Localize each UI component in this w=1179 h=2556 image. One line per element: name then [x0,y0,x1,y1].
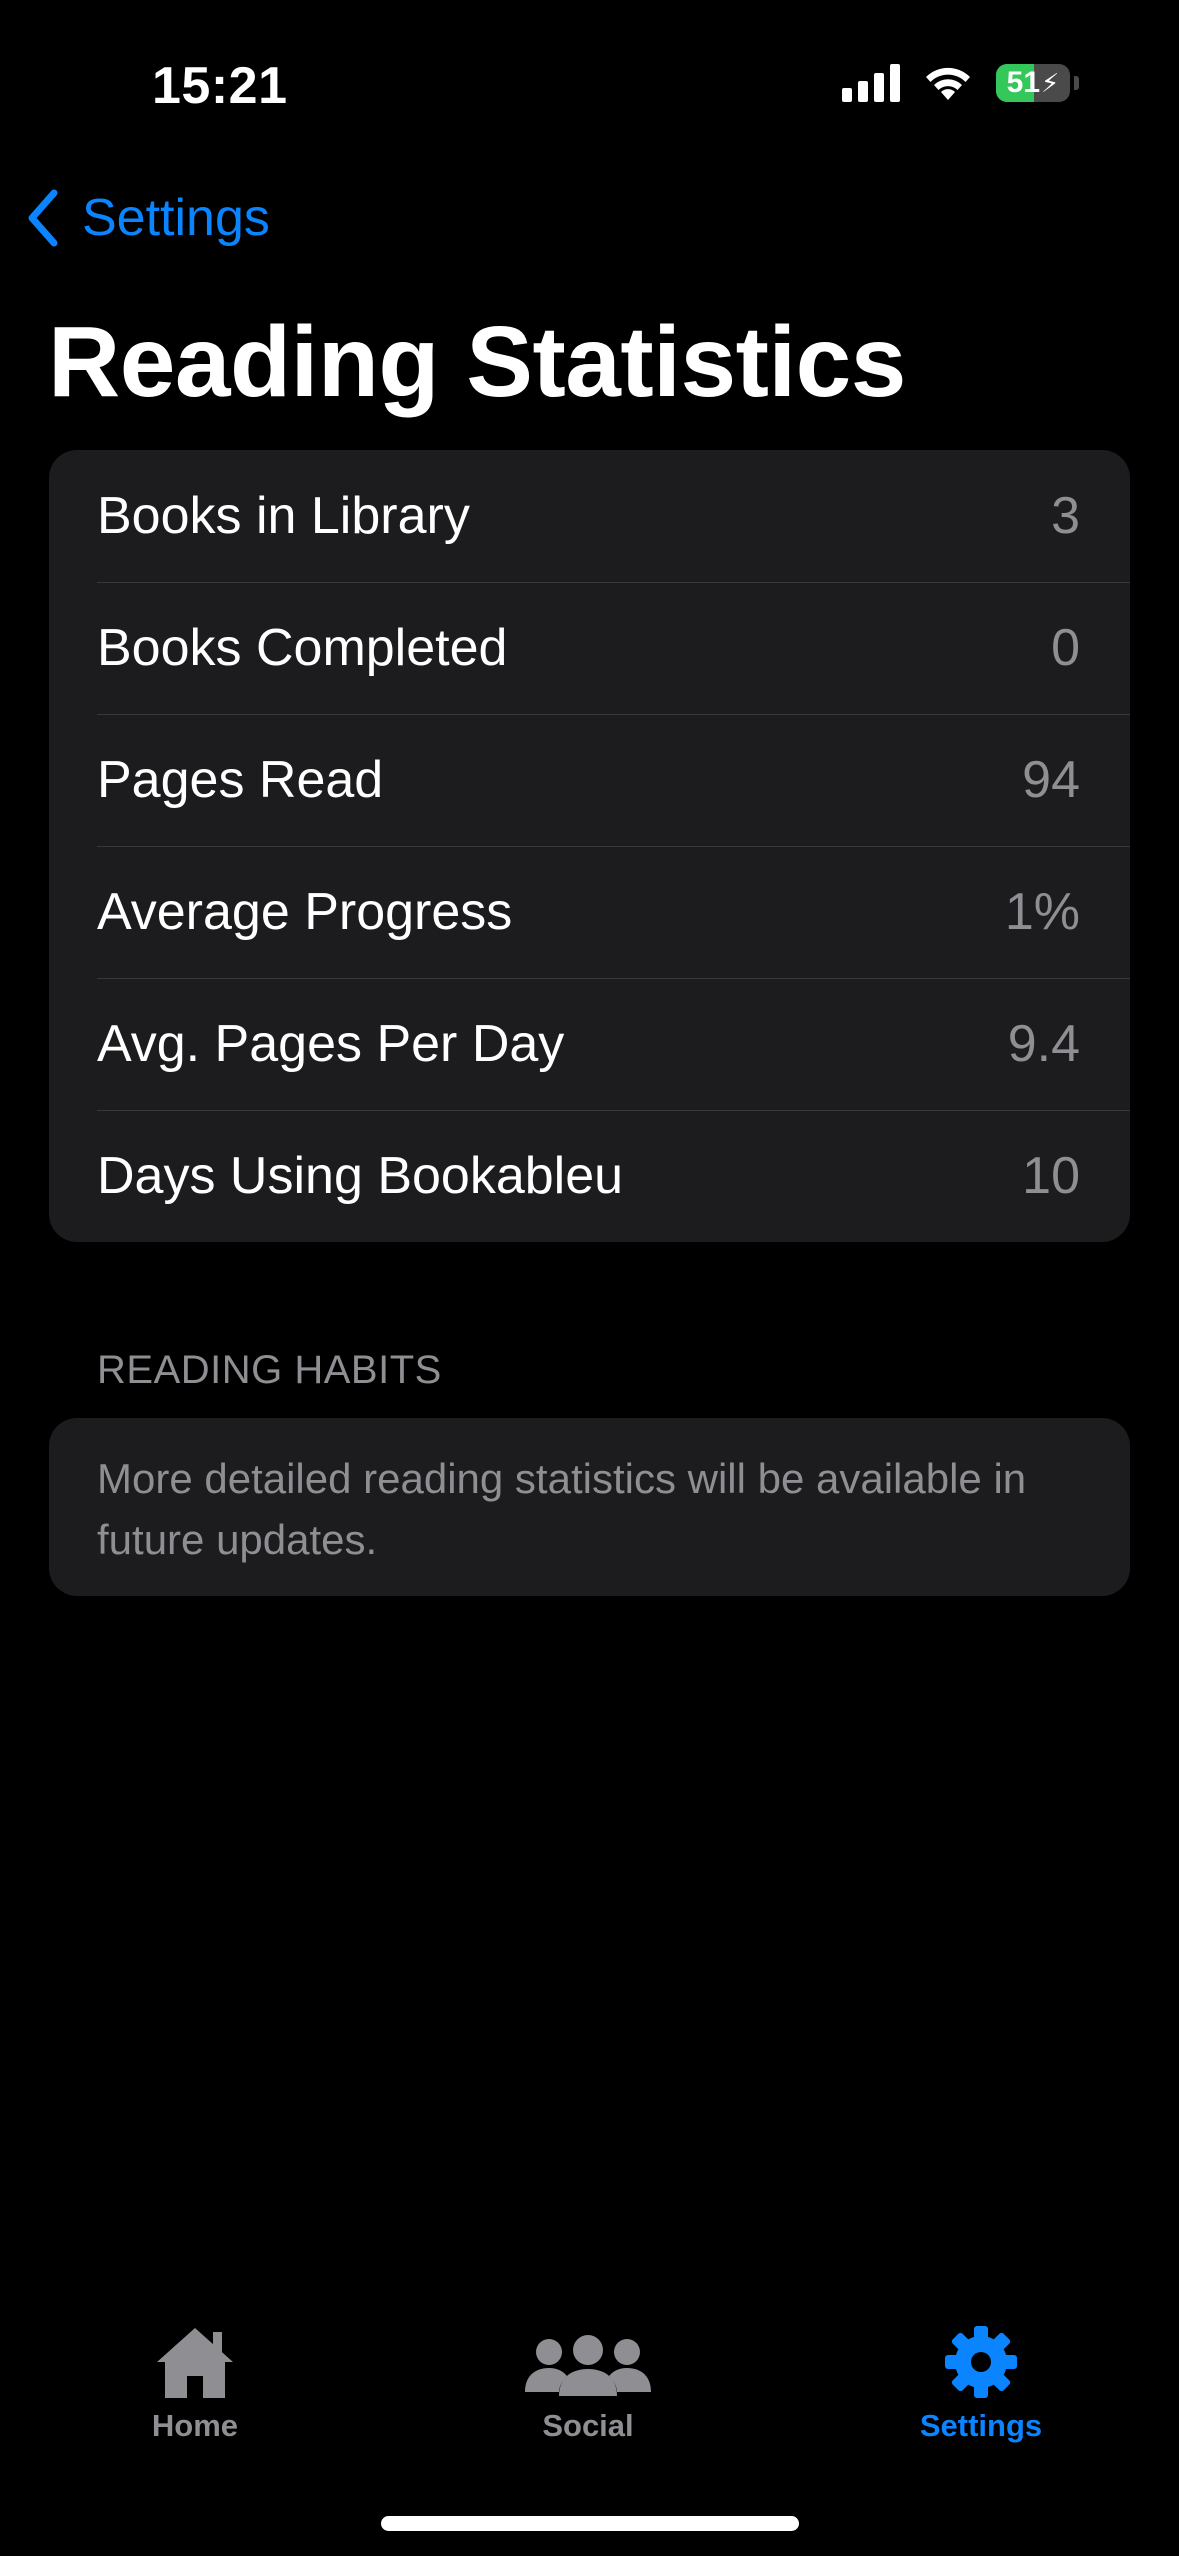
stat-row-avg-pages-per-day: Avg. Pages Per Day 9.4 [49,978,1130,1110]
tab-settings-label: Settings [919,2408,1043,2443]
reading-habits-message: More detailed reading statistics will be… [97,1455,1027,1563]
house-icon [157,2328,233,2398]
stat-value: 1% [1004,883,1080,941]
stat-label: Books Completed [97,619,508,677]
status-icons: 51 ⚡ [842,64,1079,102]
tab-social-label: Social [542,2408,634,2443]
stat-label: Average Progress [97,883,513,941]
people-icon [525,2335,651,2396]
bolt-icon: ⚡ [1041,67,1060,98]
stat-label: Avg. Pages Per Day [97,1015,565,1073]
wifi-icon [926,67,970,100]
gear-icon [945,2326,1017,2398]
reading-habits-card: More detailed reading statistics will be… [49,1418,1130,1596]
back-button[interactable]: Settings [26,188,270,248]
tab-social[interactable]: Social [468,2310,708,2444]
tab-bar: Home Social Settings [0,2310,1179,2470]
stats-card: Books in Library 3 Books Completed 0 Pag… [49,450,1130,1242]
tab-settings[interactable]: Settings [861,2310,1101,2444]
status-bar: 15:21 51 ⚡ [0,0,1179,170]
stat-row-books-in-library: Books in Library 3 [49,450,1130,582]
battery-level: 51 [1006,66,1041,99]
cellular-signal-icon [842,64,900,102]
stat-row-books-completed: Books Completed 0 [49,582,1130,714]
stat-value: 10 [1022,1147,1080,1205]
status-time: 15:21 [152,57,288,115]
stat-value: 9.4 [1007,1015,1080,1073]
stat-label: Days Using Bookableu [97,1147,624,1205]
stat-value: 0 [1051,619,1080,677]
stat-row-average-progress: Average Progress 1% [49,846,1130,978]
tab-home-label: Home [151,2408,239,2443]
stat-row-days-using-app: Days Using Bookableu 10 [49,1110,1130,1242]
back-button-label: Settings [82,189,270,247]
page-title: Reading Statistics [48,306,906,418]
stat-label: Books in Library [97,487,470,545]
stat-value: 94 [1022,751,1080,809]
battery-charging-icon: 51 ⚡ [996,64,1070,102]
stat-row-pages-read: Pages Read 94 [49,714,1130,846]
home-indicator[interactable] [381,2516,799,2531]
section-header-reading-habits: READING HABITS [97,1348,442,1392]
tab-home[interactable]: Home [75,2310,315,2444]
stat-label: Pages Read [97,751,384,809]
stat-value: 3 [1051,487,1080,545]
chevron-left-icon [28,189,58,247]
battery-cap [1074,76,1079,90]
